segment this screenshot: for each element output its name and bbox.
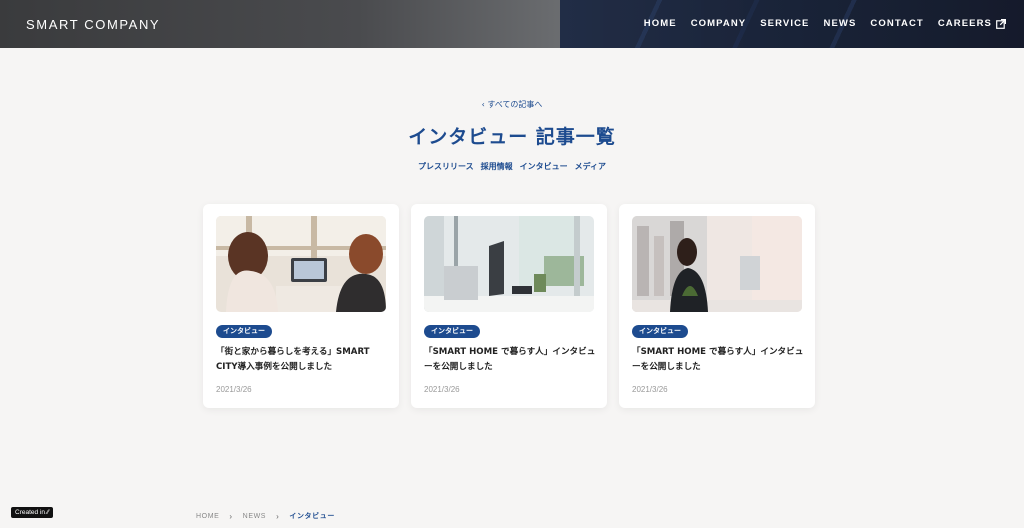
category-badge[interactable]: インタビュー bbox=[424, 325, 480, 338]
external-link-icon bbox=[996, 18, 1006, 29]
article-card[interactable]: インタビュー 「SMART HOME で暮らす人」インタビューを公開しました 2… bbox=[619, 204, 815, 408]
chevron-right-icon: › bbox=[229, 511, 233, 521]
back-to-all-articles[interactable]: ‹ すべての記事へ bbox=[0, 99, 1024, 110]
nav-careers[interactable]: CAREERS bbox=[938, 18, 1006, 29]
main-nav: HOME COMPANY SERVICE NEWS CONTACT CAREER… bbox=[644, 18, 1006, 29]
chevron-right-icon: › bbox=[276, 511, 280, 521]
breadcrumb-current: インタビュー bbox=[289, 512, 335, 520]
category-press-release[interactable]: プレスリリース bbox=[418, 161, 474, 172]
category-recruitment[interactable]: 採用情報 bbox=[481, 161, 513, 172]
nav-home[interactable]: HOME bbox=[644, 18, 677, 29]
breadcrumb-news[interactable]: NEWS bbox=[243, 513, 266, 520]
category-badge[interactable]: インタビュー bbox=[216, 325, 272, 338]
category-media[interactable]: メディア bbox=[575, 161, 606, 172]
created-in-label: Created in bbox=[15, 509, 45, 516]
article-title[interactable]: 「SMART HOME で暮らす人」インタビューを公開しました bbox=[424, 345, 596, 375]
site-logo[interactable]: SMART COMPANY bbox=[26, 17, 160, 32]
brand-mark-icon: ⁄⁄ bbox=[46, 509, 49, 516]
breadcrumb: HOME › NEWS › インタビュー bbox=[196, 511, 335, 521]
site-header: SMART COMPANY HOME COMPANY SERVICE NEWS … bbox=[0, 0, 1024, 48]
article-date: 2021/3/26 bbox=[424, 385, 460, 394]
article-title[interactable]: 「街と家から暮らしを考える」SMART CITY導入事例を公開しました bbox=[216, 345, 388, 375]
article-title[interactable]: 「SMART HOME で暮らす人」インタビューを公開しました bbox=[632, 345, 804, 375]
back-link-label[interactable]: すべての記事へ bbox=[487, 100, 542, 109]
breadcrumb-home[interactable]: HOME bbox=[196, 513, 219, 520]
category-filter: プレスリリース 採用情報 インタビュー メディア bbox=[0, 161, 1024, 172]
article-image bbox=[424, 216, 594, 312]
article-image bbox=[216, 216, 386, 312]
article-date: 2021/3/26 bbox=[216, 385, 252, 394]
article-card[interactable]: インタビュー 「街と家から暮らしを考える」SMART CITY導入事例を公開しま… bbox=[203, 204, 399, 408]
page-title: インタビュー 記事一覧 bbox=[408, 126, 616, 148]
created-in-badge[interactable]: Created in ⁄⁄ bbox=[11, 507, 53, 518]
nav-contact[interactable]: CONTACT bbox=[870, 18, 923, 29]
category-badge[interactable]: インタビュー bbox=[632, 325, 688, 338]
article-card[interactable]: インタビュー 「SMART HOME で暮らす人」インタビューを公開しました 2… bbox=[411, 204, 607, 408]
nav-careers-label[interactable]: CAREERS bbox=[938, 18, 992, 29]
category-interview[interactable]: インタビュー bbox=[520, 161, 568, 172]
article-image bbox=[632, 216, 802, 312]
nav-service[interactable]: SERVICE bbox=[760, 18, 809, 29]
nav-news[interactable]: NEWS bbox=[824, 18, 857, 29]
article-date: 2021/3/26 bbox=[632, 385, 668, 394]
nav-company[interactable]: COMPANY bbox=[691, 18, 747, 29]
